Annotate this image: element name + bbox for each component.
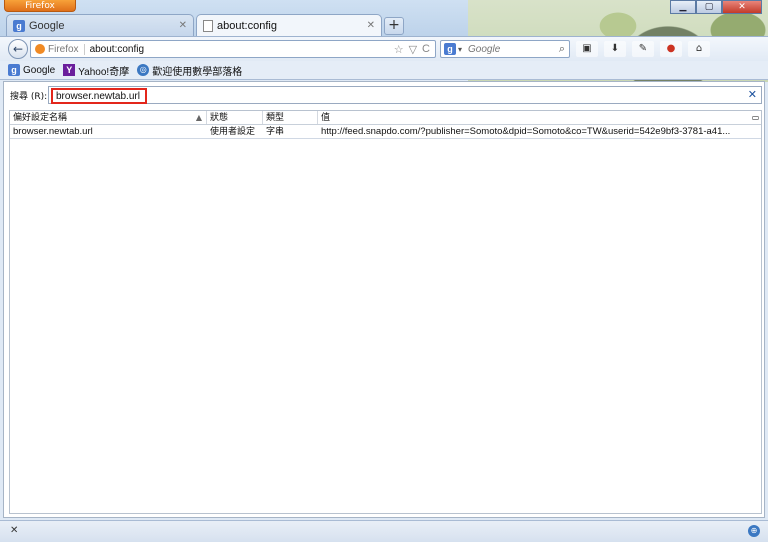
column-label: 偏好設定名稱 [13,113,68,123]
toolbar-addon-icons: ▣ ⬇ ✎ ● ⌂ [576,41,710,57]
filter-box[interactable]: ✕ [48,86,762,104]
firefox-menu-button[interactable]: Firefox [4,0,76,12]
column-header-type[interactable]: 類型 [263,111,318,124]
url-bar[interactable]: Firefox about:config ☆ ▽ C [30,40,436,58]
minimize-button[interactable]: ▁ [670,0,696,14]
blank-page-favicon-icon [203,19,213,32]
download-icon[interactable]: ⬇ [604,41,626,57]
tab-close-icon[interactable]: ✕ [179,20,187,31]
bookmark-math-blog[interactable]: ◎ 歡迎使用數學部落格 [137,63,242,78]
tab-title: Google [29,19,65,32]
site-identity[interactable]: Firefox [35,43,85,55]
home-icon[interactable]: ⌂ [688,41,710,57]
google-favicon-icon: g [13,19,25,32]
navigation-toolbar: ← Firefox about:config ☆ ▽ C g ▾ ⌕ ▣ ⬇ ✎… [0,36,768,61]
pref-type: 字串 [266,127,285,137]
preferences-table: 偏好設定名稱 ▲ 狀態 類型 值 ▭ browser.newtab.url 使用… [9,110,762,514]
pref-value: http://feed.snapdo.com/?publisher=Somoto… [321,126,731,137]
table-header: 偏好設定名稱 ▲ 狀態 類型 值 ▭ [10,111,761,125]
bookmark-star-icon[interactable]: ☆ [394,43,404,56]
close-addon-bar-icon[interactable]: ✕ [10,525,18,536]
firefox-logo-icon [35,44,45,54]
identity-label: Firefox [48,43,79,55]
maximize-button[interactable]: ▢ [696,0,722,14]
bookmark-label: Yahoo!奇摩 [78,66,130,78]
google-favicon-icon: g [8,64,20,76]
column-header-status[interactable]: 狀態 [207,111,263,124]
globe-favicon-icon: ◎ [137,64,150,76]
search-input[interactable] [468,43,559,55]
addon-bar: ✕ ⊕ [0,520,768,542]
new-tab-button[interactable]: + [384,17,404,35]
bookmarks-toolbar: g Google Y Yahoo!奇摩 ◎ 歡迎使用數學部落格 [0,61,768,80]
tab-about-config[interactable]: about:config ✕ [196,14,382,36]
column-header-value[interactable]: 值 [318,111,747,124]
sort-ascending-icon: ▲ [195,113,202,122]
column-header-name[interactable]: 偏好設定名稱 ▲ [10,111,207,124]
clip-addon-icon[interactable]: ✎ [632,41,654,57]
about-config-page: 搜尋 (R): ✕ 偏好設定名稱 ▲ 狀態 類型 值 ▭ browser.new… [3,81,765,518]
window-controls: ▁ ▢ ✕ [670,0,762,14]
url-text[interactable]: about:config [90,44,394,55]
column-picker-icon[interactable]: ▭ [747,111,761,124]
history-dropdown-icon[interactable]: ▽ [409,43,417,56]
screenshot-addon-icon[interactable]: ▣ [576,41,598,57]
search-go-icon[interactable]: ⌕ [559,42,569,56]
table-row[interactable]: browser.newtab.url 使用者設定 字串 http://feed.… [10,125,761,139]
bookmark-yahoo[interactable]: Y Yahoo!奇摩 [63,63,129,78]
tab-title: about:config [217,19,277,32]
search-bar[interactable]: g ▾ ⌕ [440,40,570,58]
pref-status: 使用者設定 [210,127,256,137]
yahoo-favicon-icon: Y [63,64,76,76]
clear-search-icon[interactable]: ✕ [748,88,757,101]
back-button[interactable]: ← [8,39,28,59]
tab-google[interactable]: g Google ✕ [6,14,194,36]
engine-dropdown-icon[interactable]: ▾ [458,45,462,54]
search-label: 搜尋 (R): [10,91,48,102]
tab-close-icon[interactable]: ✕ [367,20,375,31]
google-search-engine-icon[interactable]: g [444,43,456,55]
globe-status-icon[interactable]: ⊕ [748,525,760,537]
bookmark-label: Google [23,64,56,76]
pref-search-input[interactable] [51,88,147,104]
adblock-icon[interactable]: ● [660,41,682,57]
bookmark-label: 歡迎使用數學部落格 [152,66,243,78]
pref-name: browser.newtab.url [13,126,93,137]
reload-icon[interactable]: C [422,43,430,55]
close-window-button[interactable]: ✕ [722,0,762,14]
bookmark-google[interactable]: g Google [8,64,55,76]
